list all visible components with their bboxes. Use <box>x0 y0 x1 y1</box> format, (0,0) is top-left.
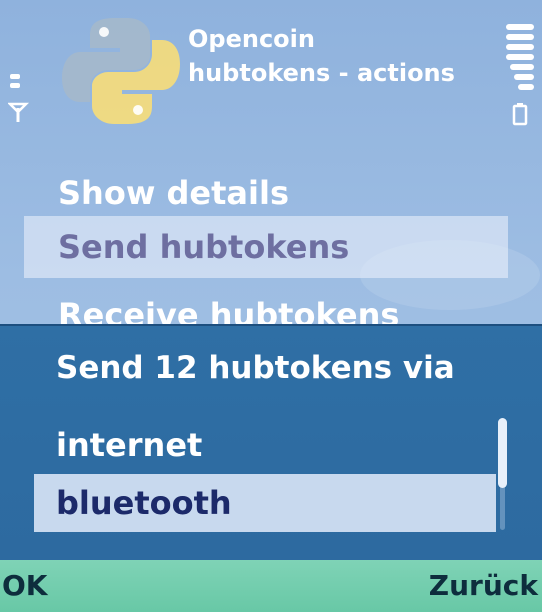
send-via-dialog: Send 12 hubtokens via internet bluetooth <box>0 324 542 562</box>
dialog-scrollbar[interactable] <box>498 418 508 530</box>
dialog-title: Send 12 hubtokens via <box>56 350 455 386</box>
app-name: Opencoin <box>188 25 315 53</box>
scrollbar-thumb[interactable] <box>498 418 507 488</box>
menu-item-label: Send hubtokens <box>58 228 350 266</box>
python-logo-icon <box>62 18 180 124</box>
menu-item-send-hubtokens[interactable]: Send hubtokens <box>24 216 508 278</box>
ok-softkey[interactable]: OK <box>2 560 48 612</box>
option-label: bluetooth <box>56 484 232 522</box>
softkey-bar: OK Zurück <box>0 560 542 612</box>
app-screen: Opencoin hubtokens - actions Show detail… <box>0 0 542 612</box>
title-bar: Opencoin hubtokens - actions <box>188 22 468 90</box>
back-softkey[interactable]: Zurück <box>429 560 538 612</box>
screen-title: hubtokens - actions <box>188 59 455 87</box>
signal-strength-icon <box>8 74 30 122</box>
menu-item-label: Show details <box>58 174 289 212</box>
option-bluetooth[interactable]: bluetooth <box>34 474 496 532</box>
option-label: internet <box>56 426 203 464</box>
option-internet[interactable]: internet <box>34 416 496 474</box>
battery-level-icon <box>506 24 534 126</box>
menu-item-show-details[interactable]: Show details <box>24 162 508 224</box>
